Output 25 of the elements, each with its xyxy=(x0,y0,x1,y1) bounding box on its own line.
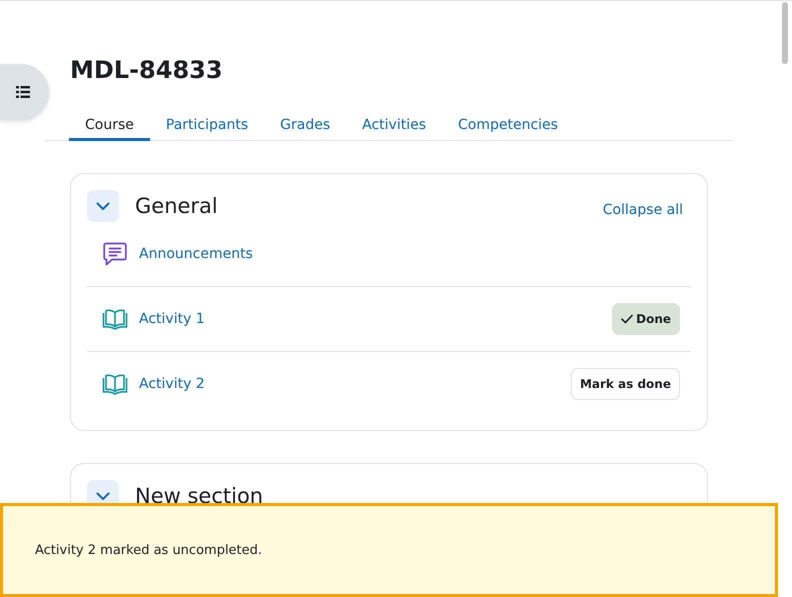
book-icon xyxy=(102,308,128,330)
tab[interactable]: Participants xyxy=(150,109,264,141)
checkmark-icon xyxy=(621,314,634,324)
list-icon xyxy=(16,86,30,98)
done-button[interactable]: Done xyxy=(612,303,680,335)
tab[interactable]: Course xyxy=(69,109,150,141)
activity-link[interactable]: Activity 1 xyxy=(139,311,612,327)
chevron-down-icon xyxy=(96,202,110,210)
book-icon xyxy=(102,373,128,395)
chevron-down-icon xyxy=(96,492,110,500)
notification-message: Activity 2 marked as uncompleted. xyxy=(35,542,262,558)
section-title: General xyxy=(135,193,219,220)
tab[interactable]: Grades xyxy=(264,109,346,141)
collapse-all-link[interactable]: Collapse all xyxy=(602,202,683,218)
tab[interactable]: Competencies xyxy=(442,109,574,141)
section-toggle-button[interactable] xyxy=(87,190,119,222)
course-index-button[interactable] xyxy=(0,64,49,120)
mark-as-done-button[interactable]: Mark as done xyxy=(570,368,680,400)
tab[interactable]: Activities xyxy=(346,109,442,141)
activity-link[interactable]: Announcements xyxy=(139,246,691,262)
section-title: New section xyxy=(135,483,264,510)
course-title: MDL-84833 xyxy=(70,55,224,86)
speech-bubble-icon xyxy=(102,241,128,267)
scrollbar-thumb[interactable] xyxy=(782,2,788,64)
activity-link[interactable]: Activity 2 xyxy=(139,376,571,392)
